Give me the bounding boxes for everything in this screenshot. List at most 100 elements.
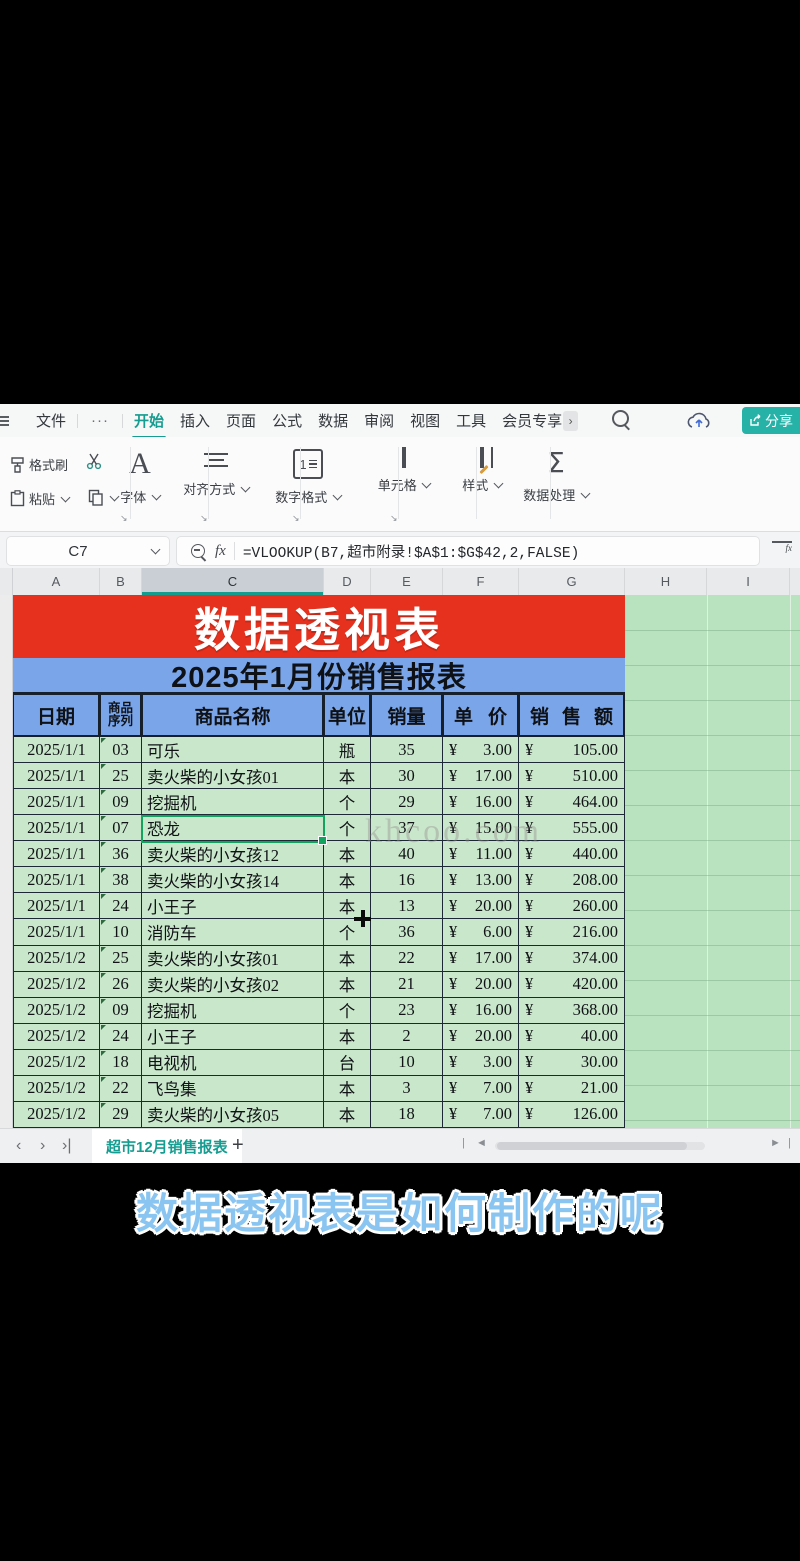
fx-panel-icon[interactable]: fx (772, 541, 792, 560)
table-cell[interactable]: ¥30.00 (519, 1050, 625, 1076)
table-cell[interactable]: 36 (371, 919, 443, 945)
table-column-header[interactable]: 商品序列 (100, 694, 142, 737)
table-cell[interactable]: 10 (100, 919, 142, 945)
table-cell[interactable]: ¥208.00 (519, 867, 625, 893)
table-cell[interactable]: 10 (371, 1050, 443, 1076)
sheet-next-button[interactable]: › (40, 1129, 45, 1163)
table-cell[interactable]: 2025/1/1 (13, 919, 100, 945)
table-cell[interactable]: 本 (324, 841, 371, 867)
add-sheet-button[interactable]: + (232, 1134, 244, 1157)
column-header-A[interactable]: A (13, 568, 100, 595)
zoom-out-icon[interactable] (191, 544, 205, 558)
table-cell[interactable]: ¥20.00 (443, 1024, 519, 1050)
dialog-launcher-icon[interactable]: ↘ (120, 513, 128, 524)
table-cell[interactable]: ¥16.00 (443, 789, 519, 815)
fill-handle[interactable] (318, 836, 327, 845)
table-cell[interactable]: 挖掘机 (142, 998, 324, 1024)
scrollbar-thumb[interactable] (497, 1142, 687, 1150)
table-cell[interactable]: 电视机 (142, 1050, 324, 1076)
table-cell[interactable]: ¥20.00 (443, 893, 519, 919)
table-cell[interactable]: 卖火柴的小女孩14 (142, 867, 324, 893)
table-cell[interactable]: 2025/1/2 (13, 1102, 100, 1128)
table-cell[interactable]: 可乐 (142, 737, 324, 763)
table-column-header[interactable]: 销量 (371, 694, 443, 737)
ribbon-group-1[interactable]: A字体 (98, 449, 182, 506)
table-cell[interactable]: ¥368.00 (519, 998, 625, 1024)
table-cell[interactable]: ¥126.00 (519, 1102, 625, 1128)
table-cell[interactable]: 35 (371, 737, 443, 763)
column-header-E[interactable]: E (371, 568, 443, 595)
table-cell[interactable]: 09 (100, 998, 142, 1024)
column-header-B[interactable]: B (100, 568, 142, 595)
table-cell[interactable]: ¥216.00 (519, 919, 625, 945)
table-cell[interactable]: 卖火柴的小女孩05 (142, 1102, 324, 1128)
scroll-left-arrow[interactable]: ◄ (476, 1137, 487, 1149)
table-cell[interactable]: 2025/1/2 (13, 1024, 100, 1050)
table-cell[interactable]: ¥3.00 (443, 737, 519, 763)
dialog-launcher-icon[interactable]: ↘ (292, 513, 300, 524)
table-column-header[interactable]: 单价 (443, 694, 519, 737)
menu-item-6[interactable]: 公式 (264, 410, 310, 431)
table-cell[interactable]: 13 (371, 893, 443, 919)
table-cell[interactable]: 卖火柴的小女孩01 (142, 946, 324, 972)
table-cell[interactable]: ¥17.00 (443, 946, 519, 972)
table-cell[interactable]: 本 (324, 1102, 371, 1128)
table-cell[interactable]: ¥20.00 (443, 972, 519, 998)
table-cell[interactable]: 22 (100, 1076, 142, 1102)
table-cell[interactable]: 瓶 (324, 737, 371, 763)
table-cell[interactable]: ¥464.00 (519, 789, 625, 815)
table-column-header[interactable]: 销售额 (519, 694, 625, 737)
table-cell[interactable]: ¥40.00 (519, 1024, 625, 1050)
table-cell[interactable]: ¥374.00 (519, 946, 625, 972)
selected-cell-outline[interactable] (141, 815, 325, 843)
table-cell[interactable]: ¥17.00 (443, 763, 519, 789)
table-cell[interactable]: 挖掘机 (142, 789, 324, 815)
table-cell[interactable]: ¥510.00 (519, 763, 625, 789)
table-cell[interactable]: 03 (100, 737, 142, 763)
table-cell[interactable]: ¥7.00 (443, 1076, 519, 1102)
table-cell[interactable]: 24 (100, 1024, 142, 1050)
scroll-right-arrow[interactable]: ► (770, 1137, 781, 1149)
paste-button[interactable]: 粘贴 (10, 489, 69, 508)
table-cell[interactable]: 本 (324, 1076, 371, 1102)
ribbon-group-5[interactable]: 样式 (440, 449, 524, 494)
table-cell[interactable]: 2 (371, 1024, 443, 1050)
share-button[interactable]: 分享 (742, 407, 800, 434)
sheet-last-button[interactable]: ›| (62, 1129, 71, 1163)
name-box[interactable]: C7 (6, 536, 170, 566)
table-cell[interactable]: 2025/1/2 (13, 1050, 100, 1076)
table-cell[interactable]: ¥13.00 (443, 867, 519, 893)
menu-item-4[interactable]: 插入 (172, 410, 218, 431)
table-cell[interactable]: 29 (371, 789, 443, 815)
table-cell[interactable]: 2025/1/2 (13, 998, 100, 1024)
menu-item-1[interactable]: 文件 (28, 410, 74, 431)
column-header-F[interactable]: F (443, 568, 519, 595)
table-cell[interactable]: 2025/1/1 (13, 789, 100, 815)
table-cell[interactable]: 22 (371, 946, 443, 972)
search-button[interactable] (612, 410, 629, 432)
table-cell[interactable]: 2025/1/1 (13, 893, 100, 919)
table-cell[interactable]: 台 (324, 1050, 371, 1076)
table-cell[interactable]: 个 (324, 815, 371, 841)
table-cell[interactable]: 消防车 (142, 919, 324, 945)
format-painter-button[interactable]: 格式刷 (10, 455, 68, 474)
table-cell[interactable]: 本 (324, 867, 371, 893)
table-cell[interactable]: 25 (100, 946, 142, 972)
table-cell[interactable]: 38 (100, 867, 142, 893)
table-cell[interactable]: ¥420.00 (519, 972, 625, 998)
table-cell[interactable]: ¥3.00 (443, 1050, 519, 1076)
sheet-tab-active[interactable]: 超市12月销售报表 (92, 1129, 242, 1163)
formula-input[interactable]: fx =VLOOKUP(B7,超市附录!$A$1:$G$42,2,FALSE) (176, 536, 760, 566)
menu-item-11[interactable]: 会员专享 (494, 410, 562, 431)
menu-overflow-button[interactable]: › (563, 411, 578, 431)
table-cell[interactable]: 2025/1/1 (13, 841, 100, 867)
table-cell[interactable]: 2025/1/2 (13, 946, 100, 972)
table-title-banner[interactable]: 数据透视表 (13, 595, 625, 658)
table-cell[interactable]: 07 (100, 815, 142, 841)
table-cell[interactable]: 2025/1/1 (13, 737, 100, 763)
table-cell[interactable]: 卖火柴的小女孩01 (142, 763, 324, 789)
table-cell[interactable]: 18 (100, 1050, 142, 1076)
column-header-I[interactable]: I (707, 568, 790, 595)
table-cell[interactable]: ¥16.00 (443, 998, 519, 1024)
table-cell[interactable]: 本 (324, 972, 371, 998)
